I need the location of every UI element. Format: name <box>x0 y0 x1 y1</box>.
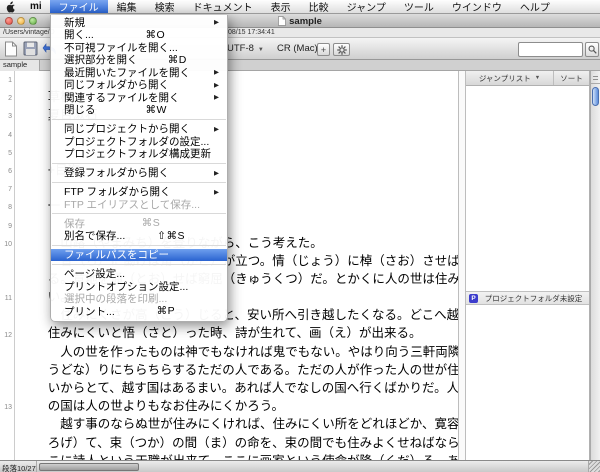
document-icon <box>278 16 286 26</box>
menu-item[interactable]: 別名で保存... ⇧⌘S <box>51 230 227 243</box>
editor-row: ろげ）て、束（つか）の間（ま）の命を、束の間でも住みよくせねばならぬ。こ <box>0 418 458 436</box>
menubar-item[interactable]: 表示 <box>262 0 300 13</box>
jumplist-panel: ジャンプリスト ▼ ソート P プロジェクトフォルダ未設定 <box>466 71 590 460</box>
shortcut-label: ⇧⌘S <box>157 230 187 242</box>
line-number: 2 <box>0 94 12 103</box>
menu-item[interactable]: FTP エイリアスとして保存... <box>51 198 227 211</box>
new-document-button[interactable] <box>4 41 20 57</box>
save-button[interactable] <box>23 41 39 57</box>
apple-menu[interactable] <box>0 0 22 13</box>
menubar-item[interactable]: ファイル <box>50 0 108 13</box>
line-number: 9 <box>0 222 12 231</box>
editor-row: の国は人の世よりもなお住みにくかろう。 <box>0 381 458 399</box>
line-number: 7 <box>0 185 12 194</box>
editor-row: 13 越す事のならぬ世が住みにくければ、住みにくい所をどれほどか、寛容（くつ <box>0 399 458 417</box>
chevron-down-icon: ▼ <box>258 47 264 53</box>
menu-separator <box>52 264 226 265</box>
menu-item[interactable]: プリント... ⌘P <box>51 305 227 318</box>
jumplist-panel-header: ジャンプリスト ▼ ソート <box>466 71 589 86</box>
menubar-item[interactable]: 検索 <box>146 0 184 13</box>
apple-icon <box>6 1 16 13</box>
submenu-arrow-icon: ▶ <box>214 169 219 177</box>
editor-row: いからとて、越す国はあるまい。あれば人でなしの国へ行くばかりだ。人でなし <box>0 363 458 381</box>
line-number: 1 <box>0 76 12 85</box>
menubar-item[interactable]: ツール <box>395 0 443 13</box>
resize-grip-icon[interactable] <box>588 461 600 472</box>
panel-list-button[interactable] <box>591 71 600 84</box>
menu-separator <box>52 182 226 183</box>
search-icon <box>588 45 597 54</box>
line-number: 3 <box>0 112 12 121</box>
file-menu-dropdown: 新規 ▶ 開く... ⌘O 不可視ファイルを開く... 選択部分を開く ⌘D 最… <box>50 15 228 322</box>
menubar-app-name[interactable]: mi <box>22 0 50 13</box>
add-button[interactable]: + <box>317 43 330 56</box>
menubar-item[interactable]: 編集 <box>108 0 146 13</box>
horizontal-scrollbar-thumb[interactable] <box>39 463 139 471</box>
submenu-arrow-icon: ▶ <box>214 125 219 133</box>
submenu-arrow-icon: ▶ <box>214 18 219 26</box>
gear-icon <box>337 45 347 55</box>
menubar-item[interactable]: ウインドウ <box>443 0 511 13</box>
submenu-arrow-icon: ▶ <box>214 68 219 76</box>
new-document-icon <box>4 41 18 57</box>
project-status: プロジェクトフォルダ未設定 <box>478 293 589 304</box>
editor-scrollbar-track[interactable] <box>458 71 466 460</box>
menu-item[interactable]: 登録フォルダから開く ▶ <box>51 167 227 180</box>
file-timestamp: 08/15 17:34:41 <box>228 29 275 36</box>
line-number: 5 <box>0 149 12 158</box>
submenu-arrow-icon: ▶ <box>214 188 219 196</box>
line-number: 8 <box>0 203 12 212</box>
submenu-arrow-icon: ▶ <box>214 81 219 89</box>
line-number: 4 <box>0 131 12 140</box>
editor-row: 12 人の世を作ったものは神でもなければ鬼でもない。やはり向う三軒両隣（りょ <box>0 327 458 345</box>
shortcut-label: ⌘P <box>157 305 178 317</box>
chevron-down-icon: ▼ <box>535 75 540 81</box>
line-number: 10 <box>0 240 12 249</box>
project-folder-bar[interactable]: P プロジェクトフォルダ未設定 <box>466 291 589 305</box>
menubar-item[interactable]: ヘルプ <box>511 0 559 13</box>
editor-row: こに詩人という天職が出来て、ここに画家という使命が降（くだ）る。あらゆる <box>0 436 458 454</box>
jumplist-mode-dropdown[interactable]: ジャンプリスト ▼ <box>466 71 553 85</box>
submenu-arrow-icon: ▶ <box>214 93 219 101</box>
editor-row: うどな）りにちらちらするただの人である。ただの人が作った人の世が住みにく <box>0 345 458 363</box>
line-number: 12 <box>0 331 12 340</box>
paragraph-indicator: 段落10/27 <box>0 461 37 472</box>
menu-separator <box>52 163 226 164</box>
window-title: sample <box>289 16 322 27</box>
menu-item[interactable]: 閉じる ⌘W <box>51 104 227 117</box>
menubar-item[interactable]: 比較 <box>300 0 338 13</box>
panel-scrollbar-thumb[interactable] <box>592 87 599 106</box>
menubar-item[interactable]: ジャンプ <box>338 0 395 13</box>
panel-scrollbar[interactable] <box>590 71 600 460</box>
search-input[interactable] <box>518 42 583 57</box>
menubar: mi ファイル編集検索ドキュメント表示比較ジャンプツールウインドウヘルプ <box>0 0 600 14</box>
sort-button[interactable]: ソート <box>553 71 589 85</box>
menu-separator <box>52 245 226 246</box>
project-icon: P <box>469 294 478 303</box>
menubar-item[interactable]: ドキュメント <box>184 0 262 13</box>
status-bar: 段落10/27 <box>0 460 600 472</box>
menu-separator <box>52 119 226 120</box>
settings-button[interactable] <box>333 43 350 56</box>
line-number: 13 <box>0 403 12 412</box>
encoding-dropdown[interactable]: UTF-8 ▼ <box>227 43 264 54</box>
menu-item[interactable]: ファイルパスをコピー <box>51 249 227 262</box>
file-path: /Users/vintage/D <box>3 29 55 36</box>
line-number: 6 <box>0 167 12 176</box>
shortcut-label: ⌘W <box>146 104 169 116</box>
menu-item[interactable]: プロジェクトフォルダ構成更新 <box>51 148 227 161</box>
search-button[interactable] <box>585 42 599 57</box>
shortcut-label: ⌘S <box>142 217 163 229</box>
save-icon <box>23 41 38 56</box>
line-number: 11 <box>0 294 12 303</box>
tab-sample[interactable]: sample <box>0 60 40 71</box>
menu-separator <box>52 213 226 214</box>
